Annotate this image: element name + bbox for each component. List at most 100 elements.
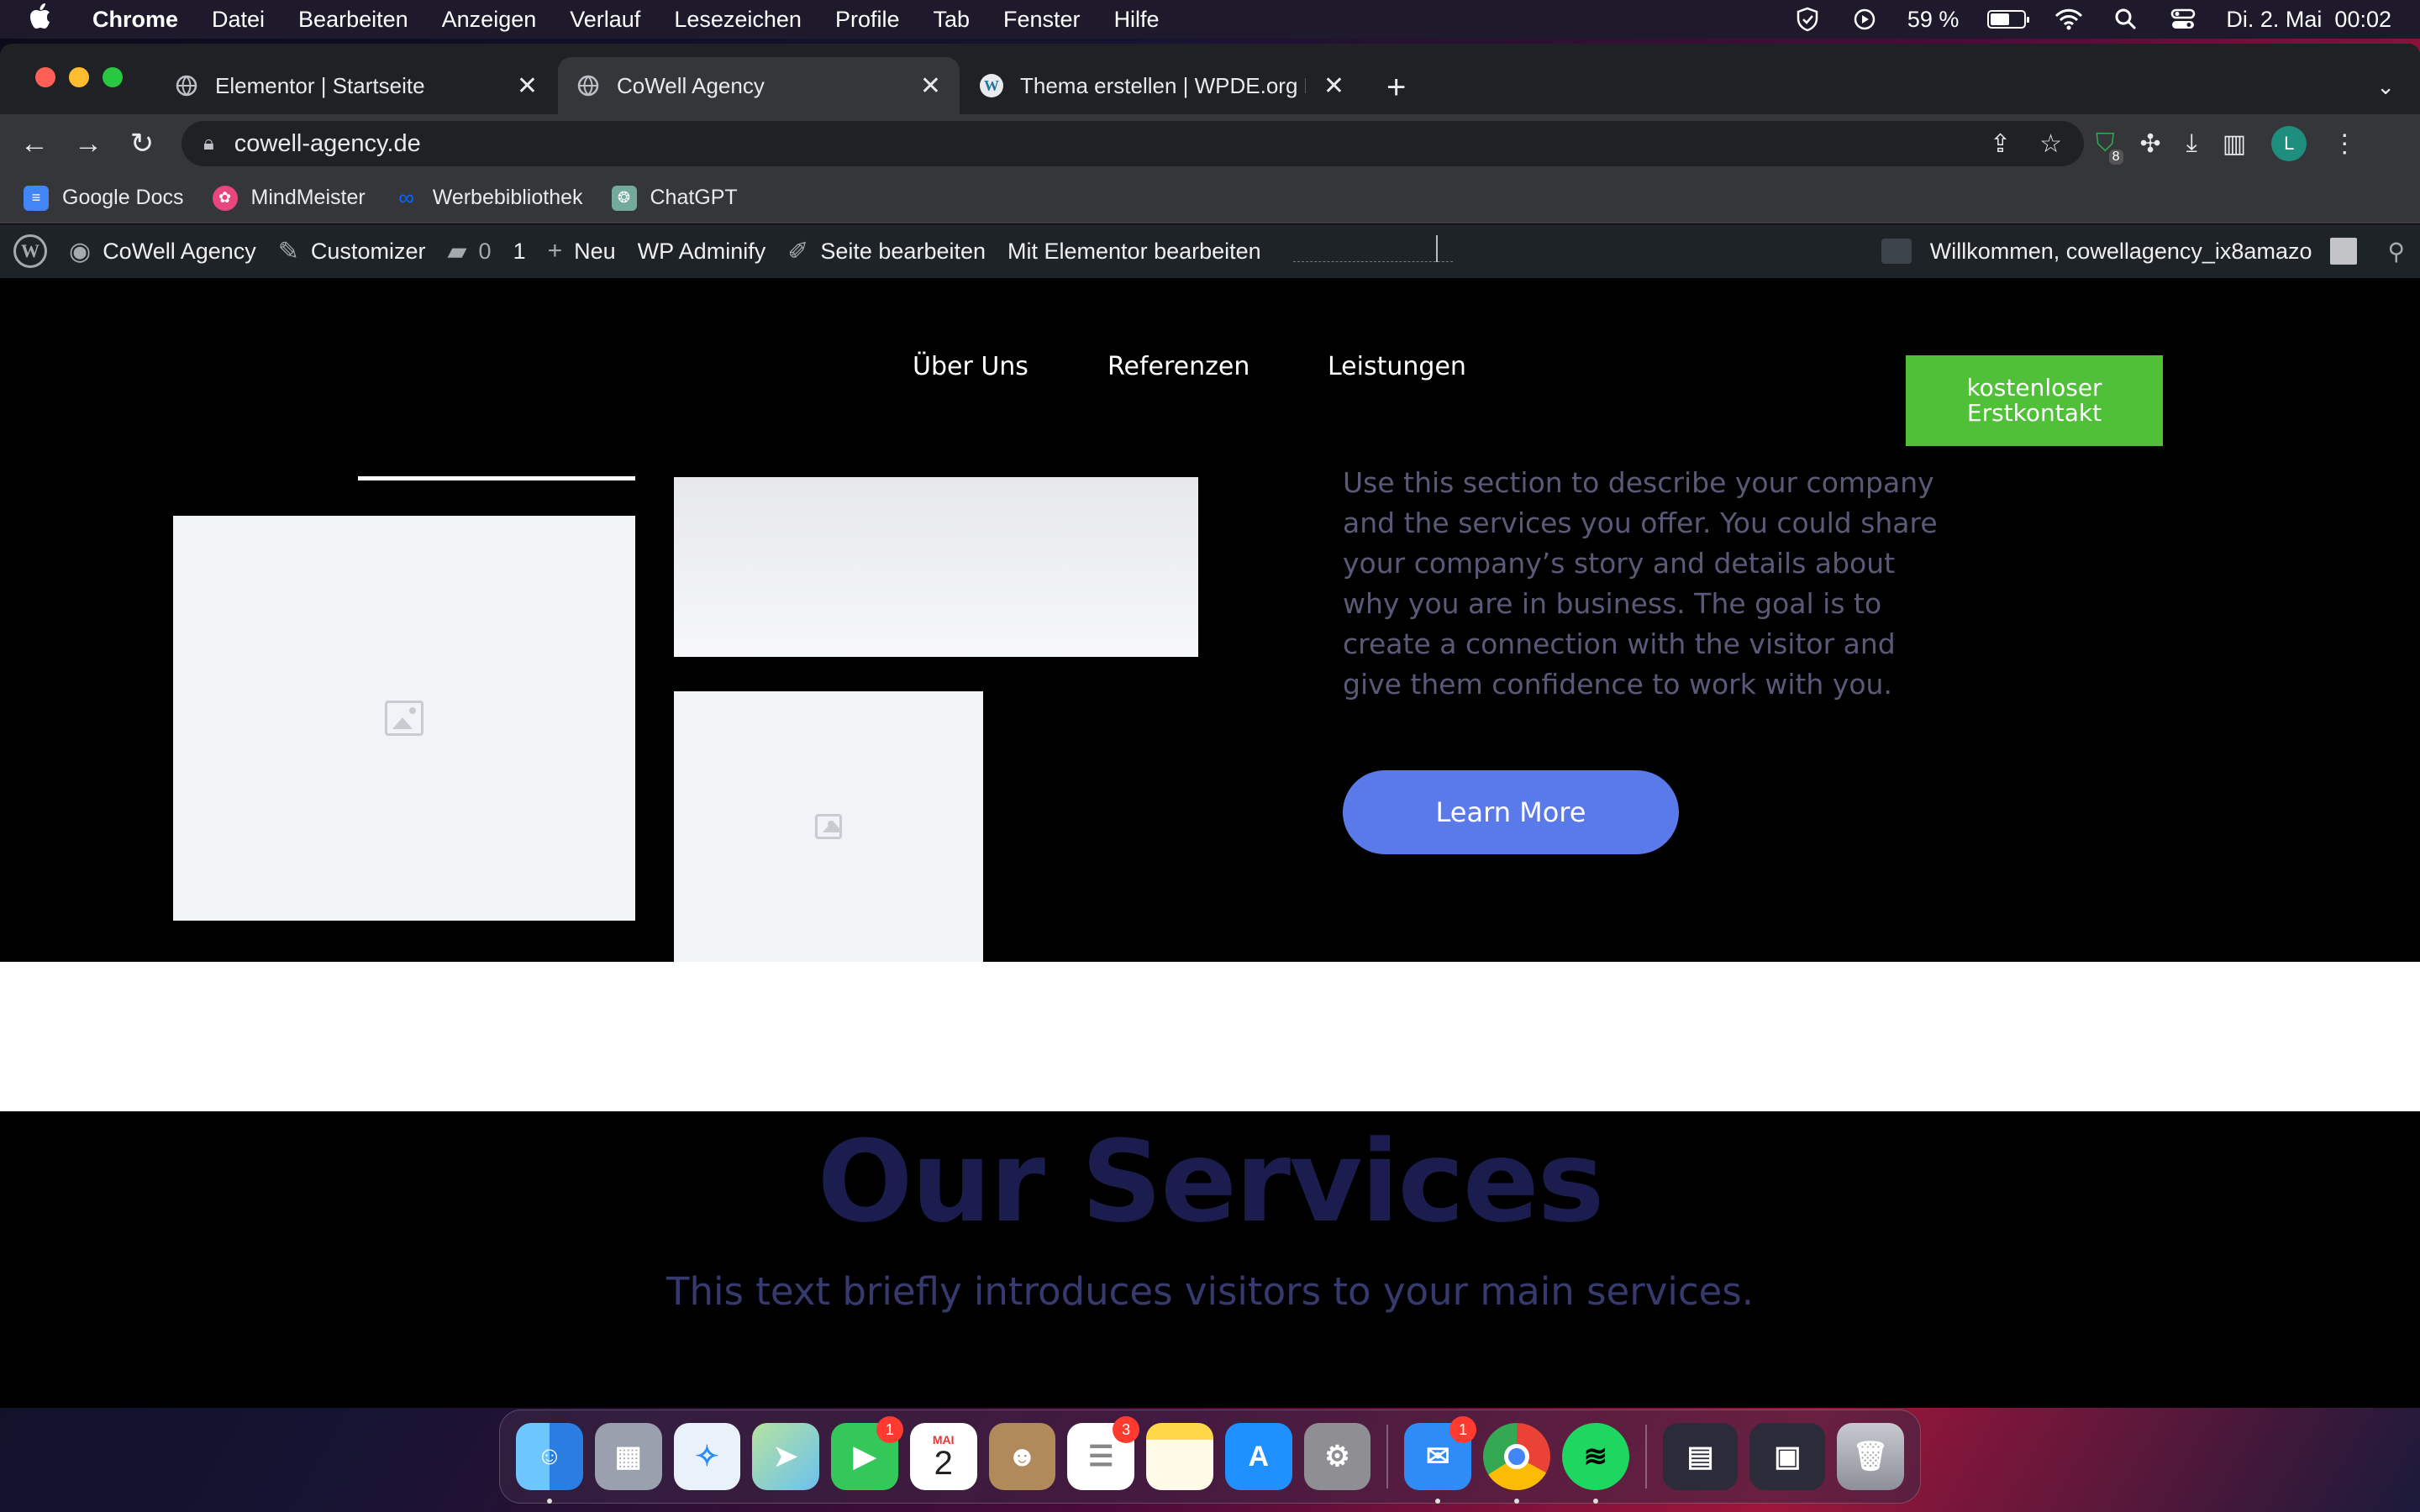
wp-new-content[interactable]: + Neu — [548, 237, 616, 265]
spotlight-search-icon[interactable] — [2112, 8, 2140, 31]
share-icon[interactable]: ⇪ — [1990, 129, 2011, 159]
about-section: Über Uns Referenzen Leistungen kostenlos… — [0, 278, 2420, 962]
forward-icon[interactable]: → — [69, 124, 108, 163]
new-tab-button[interactable]: + — [1386, 69, 1406, 107]
facetime-icon[interactable]: ▶ 1 — [831, 1416, 903, 1490]
wifi-icon[interactable] — [2054, 8, 2083, 31]
close-tab-icon[interactable]: ✕ — [920, 71, 941, 101]
launchpad-icon[interactable]: ▦ — [594, 1423, 662, 1490]
menu-anzeigen[interactable]: Anzeigen — [442, 7, 537, 33]
chrome-icon[interactable] — [1483, 1423, 1550, 1504]
menu-verlauf[interactable]: Verlauf — [570, 7, 640, 33]
wp-adminify[interactable]: WP Adminify — [638, 239, 766, 265]
reminders-icon[interactable]: ☰ 3 — [1067, 1416, 1140, 1490]
wp-stats-sparkline[interactable] — [1292, 235, 1453, 262]
brush-icon: ✎ — [277, 237, 299, 265]
tab-elementor-startseite[interactable]: Elementor | Startseite ✕ — [156, 57, 556, 114]
stack-icon[interactable]: ▤ — [1662, 1423, 1739, 1490]
window-stack-icon[interactable]: ▣ — [1749, 1423, 1826, 1490]
shield-icon[interactable] — [1793, 7, 1822, 32]
trash-icon[interactable]: 🗑︎ — [1837, 1423, 1904, 1490]
running-indicator — [1592, 1499, 1598, 1504]
meta-icon: ∞ — [398, 185, 414, 210]
wp-elementor-edit-label: Mit Elementor bearbeiten — [1007, 238, 1261, 264]
menu-datei[interactable]: Datei — [212, 7, 265, 33]
menu-bar-clock[interactable]: Di. 2. Mai 00:02 — [2226, 7, 2391, 33]
wordpress-icon: W — [980, 74, 1003, 97]
app-store-icon[interactable]: A — [1224, 1423, 1292, 1490]
menu-fenster[interactable]: Fenster — [1003, 7, 1081, 33]
tab-search-chevron-icon[interactable]: ⌄ — [2376, 74, 2395, 100]
safari-icon[interactable]: ✧ — [673, 1423, 741, 1490]
minimize-window-button[interactable] — [69, 67, 89, 87]
menu-hilfe[interactable]: Hilfe — [1114, 7, 1160, 33]
wp-updates[interactable]: 1 — [513, 239, 526, 265]
cta-erstkontakt-button[interactable]: kostenloser Erstkontakt — [1906, 355, 2163, 446]
profile-avatar[interactable]: L — [2271, 126, 2307, 161]
menu-app-name[interactable]: Chrome — [92, 7, 178, 33]
nav-link-ueber-uns[interactable]: Über Uns — [913, 352, 1028, 381]
address-bar[interactable]: 🔒︎ cowell-agency.de ⇪ ☆ — [182, 121, 2084, 166]
wp-elementor-edit[interactable]: Mit Elementor bearbeiten — [1007, 239, 1261, 265]
user-avatar[interactable] — [2330, 238, 2358, 265]
wp-site-name[interactable]: ◉ CoWell Agency — [69, 237, 256, 266]
mail-icon[interactable]: ✉ 1 — [1404, 1416, 1477, 1504]
bookmark-chatgpt[interactable]: ❂ ChatGPT — [611, 185, 738, 211]
menu-profile[interactable]: Profile — [835, 7, 900, 33]
url-text[interactable]: cowell-agency.de — [234, 130, 421, 158]
close-tab-icon[interactable]: ✕ — [1323, 71, 1344, 101]
reload-icon[interactable]: ↻ — [123, 124, 161, 163]
extensions-area: ⛉ 8 ✣ ⤓ ▥ L ⋮ — [2096, 121, 2357, 166]
chrome-window: Elementor | Startseite ✕ CoWell Agency ✕… — [0, 44, 2420, 1408]
settings-icon[interactable]: ⚙ — [1303, 1423, 1371, 1490]
wp-customizer[interactable]: ✎ Customizer — [278, 237, 426, 266]
macos-menu-bar: Chrome Datei Bearbeiten Anzeigen Verlauf… — [0, 0, 2420, 39]
finder-icon[interactable]: ☺ — [516, 1423, 583, 1504]
battery-level — [1991, 13, 2010, 25]
control-center-icon[interactable] — [2169, 8, 2197, 31]
puzzle-extensions-icon[interactable]: ✣ — [2140, 129, 2161, 159]
menu-tab[interactable]: Tab — [933, 7, 970, 33]
play-circle-icon[interactable] — [1850, 8, 1879, 31]
wp-welcome-user[interactable]: Willkommen, cowellagency_ix8amazo — [1930, 239, 2312, 265]
wordpress-logo-icon[interactable]: W — [13, 234, 47, 268]
menu-lesezeichen[interactable]: Lesezeichen — [674, 7, 802, 33]
comment-bubble-icon: ▰ — [447, 237, 467, 265]
zoom-window-button[interactable] — [103, 67, 123, 87]
close-window-button[interactable] — [35, 67, 55, 87]
running-indicator — [547, 1499, 552, 1504]
apple-menu-icon[interactable] — [29, 3, 54, 35]
nav-link-leistungen[interactable]: Leistungen — [1328, 352, 1466, 381]
shield-extension-icon[interactable]: ⛉ 8 — [2096, 129, 2123, 165]
bookmark-star-icon[interactable]: ☆ — [2039, 129, 2062, 159]
search-icon[interactable]: ⚲ — [2387, 238, 2405, 265]
bookmark-werbebibliothek[interactable]: ∞ Werbebibliothek — [394, 185, 582, 211]
back-icon[interactable]: ← — [15, 124, 54, 163]
tab-cowell-agency[interactable]: CoWell Agency ✕ — [558, 57, 960, 114]
learn-more-button[interactable]: Learn More — [1343, 770, 1679, 854]
wp-comments[interactable]: ▰ 0 — [447, 237, 491, 266]
chatgpt-icon: ❂ — [611, 185, 637, 211]
maps-icon[interactable]: ➤ — [752, 1423, 820, 1490]
spotify-icon[interactable]: ≋ — [1561, 1423, 1629, 1504]
more-menu-icon[interactable]: ⋮ — [2332, 129, 2357, 159]
wp-edit-page[interactable]: ✐ Seite bearbeiten — [787, 237, 986, 266]
bookmark-google-docs[interactable]: ≡ Google Docs — [24, 185, 184, 211]
menu-bearbeiten[interactable]: Bearbeiten — [298, 7, 408, 33]
side-panel-icon[interactable]: ▥ — [2223, 129, 2246, 159]
battery-icon[interactable] — [1987, 10, 2030, 29]
download-icon[interactable]: ⤓ — [2186, 129, 2197, 158]
calendar-icon[interactable]: MAI 2 — [909, 1423, 977, 1490]
contacts-icon[interactable]: ☻ — [988, 1423, 1056, 1490]
lock-icon[interactable]: 🔒︎ — [203, 132, 214, 155]
notification-icon[interactable] — [1881, 239, 1912, 264]
globe-icon — [576, 74, 600, 97]
facetime-badge: 1 — [876, 1416, 903, 1443]
bookmarks-bar: ≡ Google Docs ✿ MindMeister ∞ Werbebibli… — [0, 173, 2420, 223]
tab-thema-erstellen[interactable]: W Thema erstellen | WPDE.org Fo ✕ — [961, 57, 1363, 114]
notes-icon[interactable] — [1146, 1423, 1213, 1490]
wp-edit-page-label: Seite bearbeiten — [820, 238, 986, 264]
bookmark-mindmeister[interactable]: ✿ MindMeister — [212, 185, 366, 211]
nav-link-referenzen[interactable]: Referenzen — [1107, 352, 1249, 381]
close-tab-icon[interactable]: ✕ — [517, 71, 538, 101]
